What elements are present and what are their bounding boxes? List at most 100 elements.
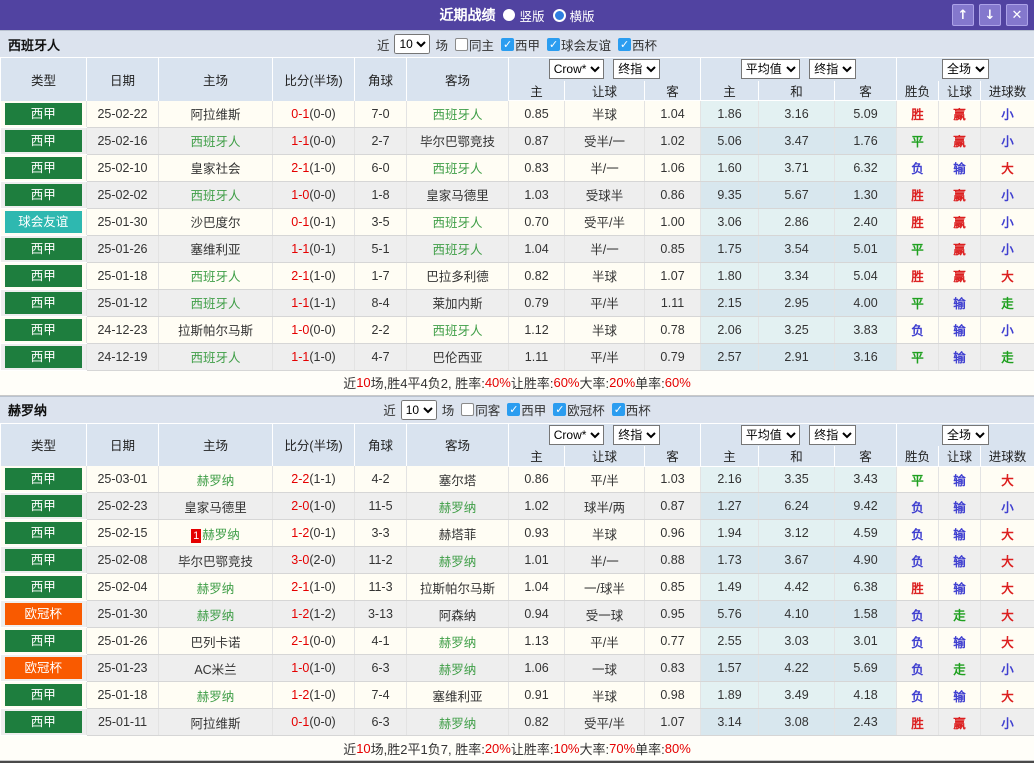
radio-unselected-icon[interactable] — [553, 9, 566, 22]
match-date: 25-01-12 — [87, 289, 159, 316]
move-up-button[interactable]: ↑ — [952, 4, 974, 26]
away-team: 赫罗纳 — [407, 709, 509, 736]
bookmaker-select[interactable]: Crow* — [549, 425, 604, 445]
away-team: 赫罗纳 — [407, 655, 509, 682]
same-venue-checkbox[interactable]: 同客 — [461, 400, 500, 419]
checkbox-icon[interactable] — [547, 38, 560, 51]
average-select[interactable]: 平均值 — [741, 59, 800, 79]
recent-count-select[interactable]: 10 — [394, 34, 430, 54]
handicap-away-odds: 1.07 — [645, 262, 701, 289]
bookmaker-select[interactable]: Crow* — [549, 59, 604, 79]
handicap-home-odds: 1.06 — [509, 655, 565, 682]
checkbox-icon[interactable] — [501, 38, 514, 51]
checkbox-icon[interactable] — [618, 38, 631, 51]
handicap-home-odds: 0.70 — [509, 208, 565, 235]
average-select[interactable]: 平均值 — [741, 425, 800, 445]
fulltime-select[interactable]: 全场 — [942, 425, 989, 445]
handicap-line: 受一球 — [565, 601, 645, 628]
home-team: 沙巴度尔 — [159, 208, 273, 235]
copa-checkbox[interactable]: 西杯 — [612, 400, 651, 419]
table-row: 欧冠杯 25-01-23 AC米兰 1-0(1-0) 6-3 赫罗纳 1.06 … — [1, 655, 1034, 682]
checkbox-label: 同主 — [469, 35, 494, 54]
checkbox-icon[interactable] — [612, 403, 625, 416]
table-row: 西甲 24-12-19 西班牙人 1-1(1-0) 4-7 巴伦西亚 1.11 … — [1, 343, 1034, 370]
copa-checkbox[interactable]: 西杯 — [618, 35, 657, 54]
result-handicap: 赢 — [939, 208, 981, 235]
move-down-button[interactable]: ↓ — [979, 4, 1001, 26]
match-date: 25-02-22 — [87, 101, 159, 128]
avg-away-odds: 3.43 — [835, 466, 897, 493]
home-team: 阿拉维斯 — [159, 709, 273, 736]
avg-away-odds: 5.04 — [835, 262, 897, 289]
recent-count-select[interactable]: 10 — [401, 400, 437, 420]
table-row: 西甲 25-01-26 塞维利亚 1-1(0-1) 5-1 西班牙人 1.04 … — [1, 235, 1034, 262]
match-type-badge: 西甲 — [5, 630, 83, 652]
checkbox-icon[interactable] — [455, 38, 468, 51]
avg-away-odds: 3.83 — [835, 316, 897, 343]
handicap-line: 球半/两 — [565, 493, 645, 520]
result-handicap: 赢 — [939, 709, 981, 736]
match-type-badge-cell: 西甲 — [1, 289, 87, 316]
sub-header-home-odds: 主 — [509, 446, 565, 466]
handicap-away-odds: 1.07 — [645, 709, 701, 736]
away-team: 西班牙人 — [407, 316, 509, 343]
avg-draw-odds: 3.25 — [759, 316, 835, 343]
table-row: 西甲 25-01-12 西班牙人 1-1(1-1) 8-4 莱加内斯 0.79 … — [1, 289, 1034, 316]
avg-home-odds: 3.14 — [701, 709, 759, 736]
match-date: 25-02-15 — [87, 520, 159, 547]
laliga-checkbox[interactable]: 西甲 — [507, 400, 546, 419]
result-goals: 小 — [981, 235, 1034, 262]
sub-header-goals: 进球数 — [981, 446, 1034, 466]
vertical-layout-label: 竖版 — [519, 6, 544, 25]
avg-home-odds: 2.06 — [701, 316, 759, 343]
final-odds-select-2[interactable]: 终指 — [809, 59, 856, 79]
result-handicap: 输 — [939, 154, 981, 181]
checkbox-icon[interactable] — [507, 403, 520, 416]
avg-away-odds: 4.18 — [835, 682, 897, 709]
vertical-layout-radio[interactable]: 竖版 — [503, 6, 544, 25]
corner-count: 6-3 — [355, 655, 407, 682]
fulltime-dropdown-group: 全场 — [897, 58, 1034, 81]
final-odds-select[interactable]: 终指 — [613, 425, 660, 445]
handicap-home-odds: 0.94 — [509, 601, 565, 628]
handicap-line: 平/半 — [565, 289, 645, 316]
home-team: 赫罗纳 — [159, 574, 273, 601]
red-card-badge: 1 — [191, 529, 201, 543]
match-type-badge-cell: 西甲 — [1, 154, 87, 181]
checkbox-icon[interactable] — [553, 403, 566, 416]
friendly-checkbox[interactable]: 球会友谊 — [547, 35, 611, 54]
handicap-line: 半/一 — [565, 547, 645, 574]
home-team: 巴列卡诺 — [159, 628, 273, 655]
match-type-badge: 西甲 — [5, 238, 83, 260]
close-button[interactable]: ✕ — [1006, 4, 1028, 26]
result-goals: 大 — [981, 682, 1034, 709]
avg-home-odds: 1.86 — [701, 101, 759, 128]
avg-draw-odds: 4.42 — [759, 574, 835, 601]
result-goals: 大 — [981, 601, 1034, 628]
handicap-line: 半球 — [565, 262, 645, 289]
average-dropdown-group: 平均值 终指 — [701, 423, 897, 446]
ucl-checkbox[interactable]: 欧冠杯 — [553, 400, 605, 419]
final-odds-select-2[interactable]: 终指 — [809, 425, 856, 445]
away-team: 西班牙人 — [407, 101, 509, 128]
checkbox-icon[interactable] — [461, 403, 474, 416]
result-goals: 小 — [981, 101, 1034, 128]
away-team: 莱加内斯 — [407, 289, 509, 316]
avg-draw-odds: 3.16 — [759, 101, 835, 128]
match-type-badge: 西甲 — [5, 576, 83, 598]
handicap-home-odds: 1.11 — [509, 343, 565, 370]
avg-away-odds: 2.40 — [835, 208, 897, 235]
home-team: 拉斯帕尔马斯 — [159, 316, 273, 343]
fulltime-select[interactable]: 全场 — [942, 59, 989, 79]
sub-header-handicap-result: 让球 — [939, 446, 981, 466]
same-venue-checkbox[interactable]: 同主 — [455, 35, 494, 54]
laliga-checkbox[interactable]: 西甲 — [501, 35, 540, 54]
result-win-draw-loss: 平 — [897, 466, 939, 493]
final-odds-select[interactable]: 终指 — [613, 59, 660, 79]
horizontal-layout-radio[interactable]: 横版 — [553, 6, 595, 25]
handicap-away-odds: 1.04 — [645, 101, 701, 128]
match-type-badge-cell: 西甲 — [1, 343, 87, 370]
radio-selected-icon[interactable] — [503, 9, 515, 21]
match-date: 25-02-10 — [87, 154, 159, 181]
avg-draw-odds: 3.71 — [759, 154, 835, 181]
